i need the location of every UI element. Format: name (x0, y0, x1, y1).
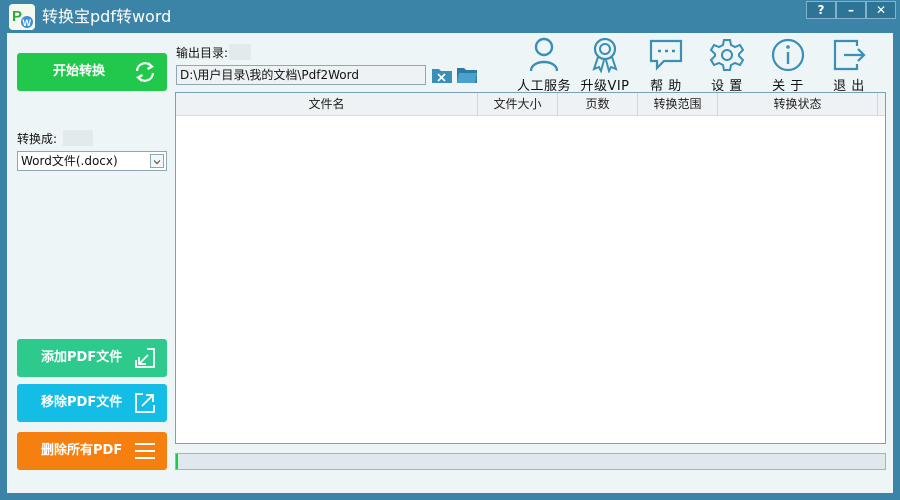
clear-dir-icon[interactable] (431, 66, 453, 84)
import-arrow-icon (135, 348, 155, 368)
remove-pdf-button[interactable]: 移除PDF文件 (17, 384, 167, 422)
upgrade-vip-button[interactable]: 升级VIP (576, 37, 634, 94)
window-title: 转换宝pdf转word (42, 7, 172, 26)
convert-to-label: 转换成: (17, 132, 58, 146)
start-convert-label: 开始转换 (53, 64, 106, 79)
service-button[interactable]: 人工服务 (515, 37, 573, 94)
format-selected-value: Word文件(.docx) (21, 154, 118, 168)
add-pdf-button[interactable]: 添加PDF文件 (17, 339, 167, 377)
export-arrow-icon (135, 393, 155, 413)
title-bar: P W 转换宝pdf转word ? – ✕ (0, 0, 900, 33)
format-select[interactable]: Word文件(.docx) (17, 151, 167, 171)
folder-open-icon[interactable] (456, 66, 478, 84)
progress-bar (175, 453, 886, 470)
exit-icon (833, 39, 866, 71)
gear-icon (709, 39, 745, 71)
progress-fill (176, 454, 178, 469)
close-window-button[interactable]: ✕ (866, 1, 896, 19)
output-dir-label: 输出目录: (176, 46, 229, 60)
help-button[interactable]: 帮 助 (637, 37, 695, 94)
start-convert-button[interactable]: 开始转换 (17, 53, 167, 91)
clear-all-pdf-button[interactable]: 删除所有PDF (17, 432, 167, 470)
clear-all-pdf-label: 删除所有PDF (41, 443, 123, 458)
label-padding (63, 130, 93, 146)
column-header-size[interactable]: 文件大小 (478, 93, 558, 116)
column-header-range[interactable]: 转换范围 (638, 93, 718, 116)
output-dir-input[interactable]: D:\用户目录\我的文档\Pdf2Word (176, 65, 426, 85)
app-logo-icon: P W (9, 4, 35, 30)
chevron-down-icon[interactable] (150, 154, 164, 168)
info-icon (771, 38, 805, 72)
about-button[interactable]: 关 于 (759, 37, 817, 94)
refresh-icon (135, 62, 155, 82)
column-header-filename[interactable]: 文件名 (176, 93, 478, 116)
main-panel: 开始转换 转换成: Word文件(.docx) 添加PDF文件 移除PDF文件 (7, 33, 893, 493)
settings-button[interactable]: 设 置 (698, 37, 756, 94)
table-header: 文件名 文件大小 页数 转换范围 转换状态 (176, 93, 885, 116)
svg-text:P: P (12, 8, 22, 25)
help-window-button[interactable]: ? (806, 1, 836, 19)
minimize-button[interactable]: – (836, 1, 866, 19)
file-table[interactable]: 文件名 文件大小 页数 转换范围 转换状态 (175, 92, 886, 444)
chat-bubble-icon (649, 39, 683, 71)
add-pdf-label: 添加PDF文件 (41, 350, 123, 365)
exit-button[interactable]: 退 出 (820, 37, 878, 94)
svg-text:W: W (23, 18, 32, 28)
remove-pdf-label: 移除PDF文件 (41, 395, 123, 410)
badge-icon (592, 37, 618, 73)
person-icon (529, 37, 559, 72)
list-menu-icon (135, 443, 155, 459)
label-padding (229, 44, 251, 60)
column-header-status[interactable]: 转换状态 (718, 93, 878, 116)
column-header-pages[interactable]: 页数 (558, 93, 638, 116)
